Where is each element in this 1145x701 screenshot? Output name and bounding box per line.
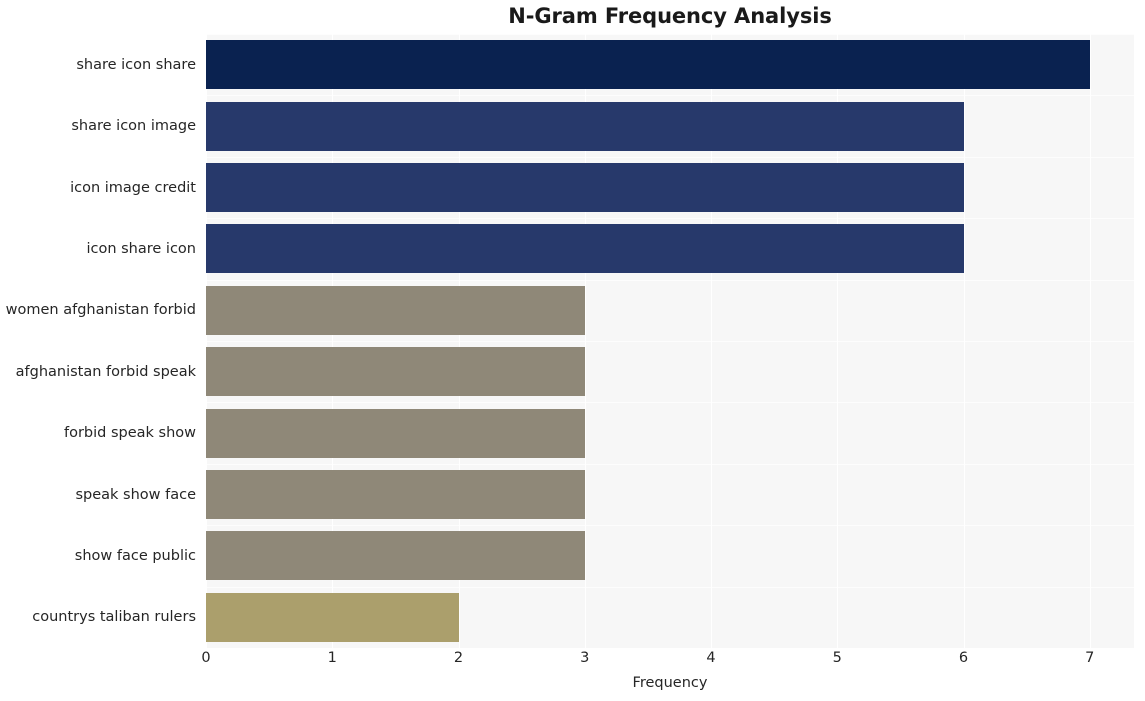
bar[interactable] (206, 408, 585, 458)
bar[interactable] (206, 285, 585, 335)
x-axis-tick-label: 2 (453, 650, 464, 666)
gridline-horizontal (206, 402, 1134, 404)
x-axis-tick-label: 1 (327, 650, 337, 666)
bar-row (206, 285, 1134, 335)
bar[interactable] (206, 224, 964, 274)
x-axis-ticks: 0 1 2 3 4 5 6 7 (201, 650, 1134, 676)
plot-area (206, 34, 1134, 648)
y-axis-tick-label: icon image credit (70, 179, 196, 196)
bar-row (206, 101, 1134, 151)
y-axis-tick-label: women afghanistan forbid (5, 302, 196, 319)
bar[interactable] (206, 592, 459, 642)
gridline-horizontal (206, 34, 1134, 35)
gridline-horizontal (206, 218, 1134, 220)
bar[interactable] (206, 469, 585, 520)
y-axis-tick-label: share icon share (76, 56, 196, 73)
chart-title: N-Gram Frequency Analysis (508, 4, 832, 28)
bar-row (206, 347, 1134, 397)
bar[interactable] (206, 347, 585, 397)
x-axis-tick-label: 6 (958, 650, 969, 666)
bar-row (206, 592, 1134, 642)
y-axis-tick-label: afghanistan forbid speak (15, 363, 196, 380)
bar[interactable] (206, 531, 585, 581)
y-axis-tick-label: icon share icon (86, 240, 196, 257)
gridline-horizontal (206, 525, 1134, 527)
bar-row (206, 224, 1134, 274)
gridline-horizontal (206, 279, 1134, 281)
bar-row (206, 40, 1134, 90)
x-axis-tick-label: 5 (832, 650, 842, 666)
bar-row (206, 162, 1134, 213)
bar-row (206, 408, 1134, 458)
y-axis-tick-label: forbid speak show (63, 425, 196, 442)
y-axis-tick-label: show face public (74, 547, 196, 564)
x-axis-tick-label: 3 (580, 650, 590, 666)
y-axis-tick-label: countrys taliban rulers (32, 609, 196, 626)
x-axis-tick-label: 0 (201, 650, 211, 666)
gridline-horizontal (206, 341, 1134, 342)
x-axis-tick-label: 4 (706, 650, 716, 666)
gridline-horizontal (206, 586, 1134, 588)
bar[interactable] (206, 101, 964, 151)
x-axis-tick-label: 7 (1085, 650, 1095, 666)
bar-row (206, 531, 1134, 581)
y-axis-tick-label: share icon image (71, 118, 196, 135)
gridline-horizontal (206, 95, 1134, 97)
y-axis-labels: share icon share share icon image icon ima… (0, 34, 196, 648)
y-axis-tick-label: speak show face (75, 486, 196, 503)
bar[interactable] (206, 40, 1090, 90)
gridline-horizontal (206, 463, 1134, 465)
chart-figure: N-Gram Frequency Analysis share icon sha… (0, 0, 1145, 701)
x-axis-title: Frequency (632, 675, 708, 691)
bar-row (206, 469, 1134, 520)
gridline-horizontal (206, 156, 1134, 158)
bar[interactable] (206, 162, 964, 213)
